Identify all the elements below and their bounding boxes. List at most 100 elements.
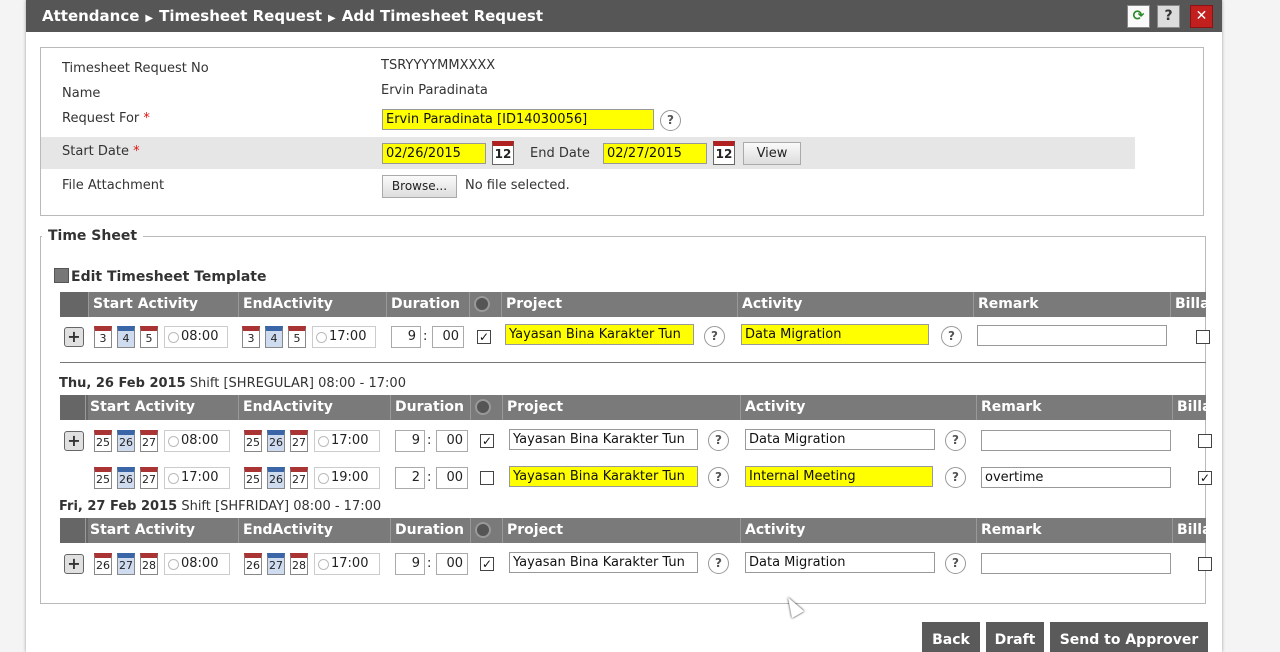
refresh-icon[interactable]: ⟳	[1127, 5, 1150, 28]
header-billable: Billa	[1172, 518, 1206, 543]
start-day-current[interactable]: 26	[117, 430, 135, 452]
activity-input[interactable]: Data Migration	[745, 552, 935, 573]
end-day-prev[interactable]: 25	[244, 467, 262, 489]
end-day-current[interactable]: 26	[267, 430, 285, 452]
start-day-current[interactable]: 27	[117, 553, 135, 575]
start-date-calendar-icon[interactable]: 12	[492, 141, 514, 165]
end-day-next[interactable]: 27	[290, 430, 308, 452]
project-help-icon[interactable]: ?	[704, 326, 725, 347]
activity-help-icon[interactable]: ?	[945, 553, 966, 574]
end-day-next[interactable]: 5	[288, 326, 306, 348]
day2-table-header: Start Activity EndActivity Duration Proj…	[60, 518, 1206, 543]
request-for-label: Request For *	[62, 111, 150, 126]
remark-input[interactable]	[981, 430, 1171, 451]
duration-hours[interactable]: 9	[395, 553, 425, 575]
add-row-icon[interactable]: +	[64, 327, 84, 347]
project-help-icon[interactable]: ?	[708, 467, 729, 488]
day1-table-header: Start Activity EndActivity Duration Proj…	[60, 395, 1206, 420]
header-activity: Activity	[740, 518, 976, 543]
start-day-next[interactable]: 28	[140, 553, 158, 575]
start-day-next[interactable]: 27	[140, 430, 158, 452]
send-to-approver-button[interactable]: Send to Approver	[1050, 622, 1208, 652]
start-day-prev[interactable]: 3	[94, 326, 112, 348]
activity-input[interactable]: Internal Meeting	[745, 466, 933, 487]
view-button[interactable]: View	[743, 142, 801, 165]
name-value: Ervin Paradinata	[381, 83, 488, 98]
back-button[interactable]: Back	[922, 622, 980, 652]
draft-button[interactable]: Draft	[986, 622, 1044, 652]
start-day-next[interactable]: 27	[140, 467, 158, 489]
request-for-help-icon[interactable]: ?	[660, 110, 681, 131]
end-day-current[interactable]: 4	[265, 326, 283, 348]
end-day-prev[interactable]: 25	[244, 430, 262, 452]
start-day-prev[interactable]: 25	[94, 430, 112, 452]
browse-button[interactable]: Browse...	[382, 175, 457, 198]
end-day-prev[interactable]: 3	[242, 326, 260, 348]
duration-minutes[interactable]: 00	[436, 430, 468, 452]
activity-help-icon[interactable]: ?	[941, 326, 962, 347]
duration-minutes[interactable]: 00	[432, 326, 464, 348]
start-time[interactable]: 17:00	[164, 467, 230, 489]
add-row-icon[interactable]: +	[64, 431, 84, 451]
end-day-current[interactable]: 27	[267, 553, 285, 575]
close-button[interactable]: ✕	[1190, 5, 1213, 28]
start-day-prev[interactable]: 26	[94, 553, 112, 575]
end-date-input[interactable]: 02/27/2015	[603, 143, 707, 164]
end-time[interactable]: 19:00	[314, 467, 380, 489]
project-help-icon[interactable]: ?	[708, 430, 729, 451]
end-day-next[interactable]: 28	[290, 553, 308, 575]
duration-hours[interactable]: 9	[391, 326, 421, 348]
day-date: Fri, 27 Feb 2015	[59, 499, 178, 514]
billable-checkbox[interactable]	[1198, 557, 1212, 571]
activity-input[interactable]: Data Migration	[741, 324, 929, 345]
checkbox[interactable]	[480, 471, 494, 485]
end-time[interactable]: 17:00	[312, 326, 376, 348]
start-day-current[interactable]: 4	[117, 326, 135, 348]
billable-checkbox[interactable]: ✓	[1198, 471, 1212, 485]
edit-template-text: Edit Timesheet Template	[71, 269, 267, 285]
project-input[interactable]: Yayasan Bina Karakter Tun	[509, 429, 698, 450]
end-day-current[interactable]: 26	[267, 467, 285, 489]
remark-input[interactable]	[981, 553, 1171, 574]
end-time[interactable]: 17:00	[314, 430, 380, 452]
file-attachment-label: File Attachment	[62, 178, 165, 193]
help-button[interactable]: ?	[1157, 5, 1180, 28]
remark-input[interactable]	[977, 325, 1167, 346]
duration-minutes[interactable]: 00	[436, 467, 468, 489]
start-day-current[interactable]: 26	[117, 467, 135, 489]
end-day-prev[interactable]: 26	[244, 553, 262, 575]
duration-minutes[interactable]: 00	[436, 553, 468, 575]
header-billable: Billa	[1172, 395, 1206, 420]
billable-checkbox[interactable]	[1198, 434, 1212, 448]
start-day-next[interactable]: 5	[140, 326, 158, 348]
edit-template-link[interactable]: Edit Timesheet Template	[54, 268, 266, 285]
remark-input[interactable]: overtime	[981, 467, 1171, 488]
checkbox[interactable]: ✓	[480, 434, 494, 448]
checkbox[interactable]: ✓	[480, 557, 494, 571]
activity-help-icon[interactable]: ?	[945, 430, 966, 451]
breadcrumb-separator-icon: ▶	[328, 13, 336, 24]
project-help-icon[interactable]: ?	[708, 553, 729, 574]
billable-checkbox[interactable]	[1196, 330, 1210, 344]
checkbox[interactable]: ✓	[477, 330, 491, 344]
breadcrumb-timesheet-request[interactable]: Timesheet Request	[159, 7, 322, 25]
activity-input[interactable]: Data Migration	[745, 429, 935, 450]
project-input[interactable]: Yayasan Bina Karakter Tun	[505, 324, 694, 345]
activity-help-icon[interactable]: ?	[945, 467, 966, 488]
duration-hours[interactable]: 2	[395, 467, 425, 489]
start-day-prev[interactable]: 25	[94, 467, 112, 489]
project-input[interactable]: Yayasan Bina Karakter Tun	[509, 552, 698, 573]
clock-icon	[475, 522, 491, 538]
end-time[interactable]: 17:00	[314, 553, 380, 575]
end-date-calendar-icon[interactable]: 12	[713, 141, 735, 165]
duration-hours[interactable]: 9	[395, 430, 425, 452]
start-date-input[interactable]: 02/26/2015	[382, 143, 486, 164]
start-time[interactable]: 08:00	[164, 430, 230, 452]
start-time[interactable]: 08:00	[164, 326, 228, 348]
add-row-icon[interactable]: +	[64, 554, 84, 574]
project-input[interactable]: Yayasan Bina Karakter Tun	[509, 466, 698, 487]
end-day-next[interactable]: 27	[290, 467, 308, 489]
request-for-input[interactable]: Ervin Paradinata [ID14030056]	[382, 109, 654, 130]
start-time[interactable]: 08:00	[164, 553, 230, 575]
breadcrumb-attendance[interactable]: Attendance	[42, 7, 139, 25]
